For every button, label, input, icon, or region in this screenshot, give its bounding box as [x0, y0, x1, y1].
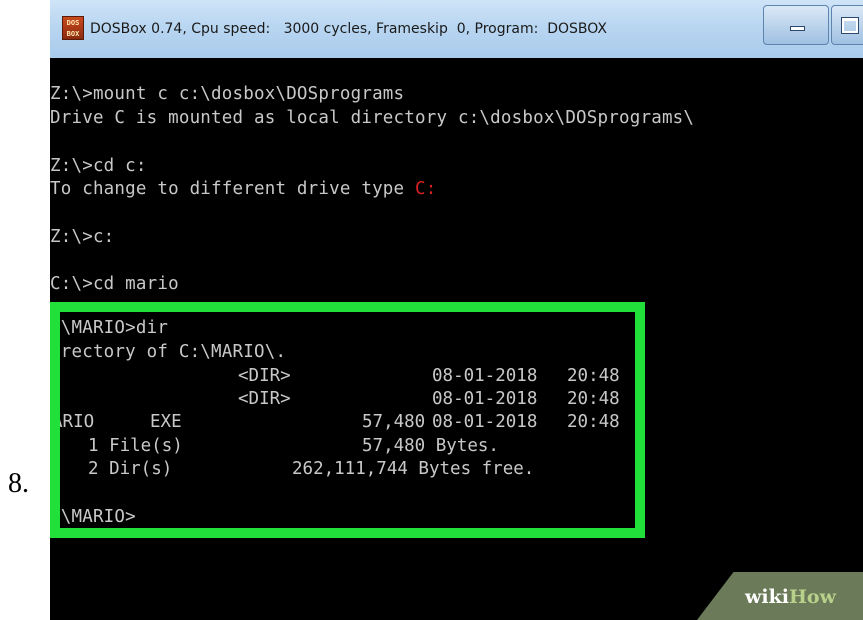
watermark-text: wikiHow: [745, 586, 836, 608]
maximize-button[interactable]: [831, 5, 863, 45]
console-line-cd-mario: C:\>cd mario: [50, 274, 179, 294]
minimize-button[interactable]: [763, 5, 829, 45]
step-number: 8.: [8, 468, 29, 499]
change-drive-text: To change to different drive type: [50, 179, 416, 199]
dosbox-window: DOS BOX DOSBox 0.74, Cpu speed: 3000 cyc…: [50, 0, 863, 620]
console-line-cd-c: Z:\>cd c:: [50, 156, 147, 176]
console-area[interactable]: Z:\>mount c c:\dosbox\DOSprograms Drive …: [50, 58, 863, 620]
title-bar[interactable]: DOS BOX DOSBox 0.74, Cpu speed: 3000 cyc…: [50, 0, 863, 59]
maximize-icon: [842, 18, 858, 33]
dosbox-app-icon[interactable]: DOS BOX: [62, 16, 84, 40]
watermark-how: How: [788, 586, 836, 608]
console-line-change-drive: To change to different drive type C:: [50, 179, 437, 199]
console-line-mount: Z:\>mount c c:\dosbox\DOSprograms: [50, 84, 405, 104]
minimize-icon: [790, 26, 805, 31]
highlight-box: [50, 302, 645, 538]
watermark-wiki: wiki: [745, 586, 789, 608]
console-line-mounted: Drive C is mounted as local directory c:…: [50, 108, 695, 128]
window-title: DOSBox 0.74, Cpu speed: 3000 cycles, Fra…: [90, 21, 607, 37]
drive-hint: C:: [415, 179, 437, 199]
console-line-c: Z:\>c:: [50, 227, 115, 247]
